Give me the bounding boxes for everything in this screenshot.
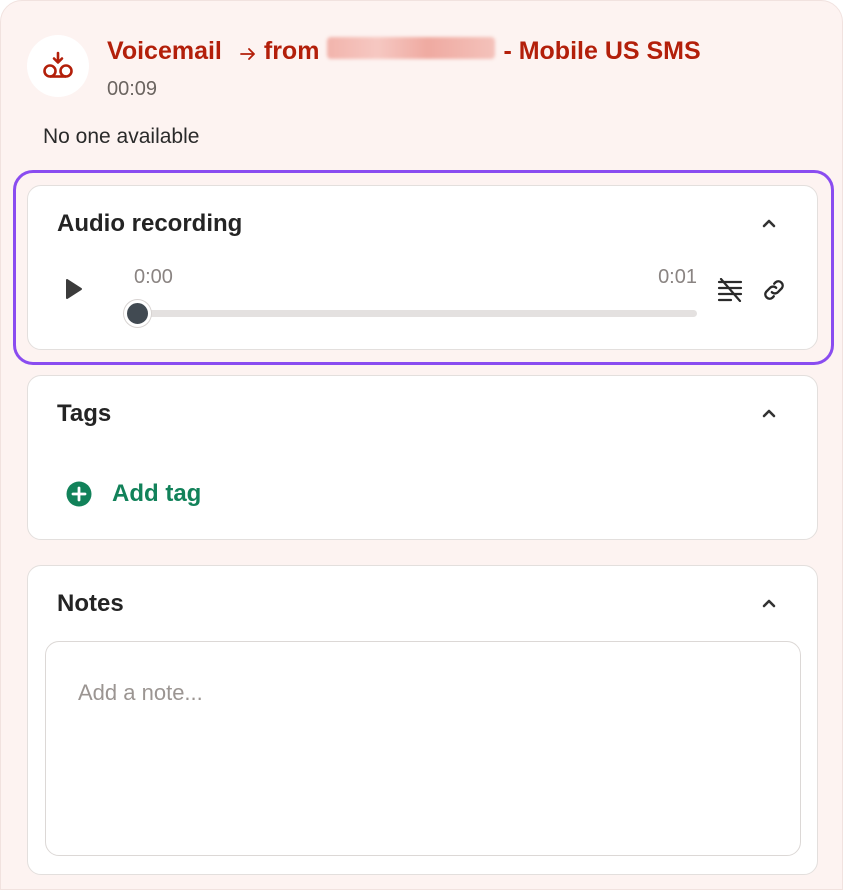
from-label: from [263,37,320,65]
add-tag-label: Add tag [112,480,202,507]
audio-recording-title: Audio recording [57,210,243,237]
plus-circle-icon [66,481,92,507]
chevron-up-icon[interactable] [761,218,777,228]
call-status: No one available [43,125,200,148]
current-time: 0:00 [134,266,173,288]
audio-progress-thumb[interactable] [124,300,151,327]
transcript-off-icon[interactable] [717,278,743,302]
call-title: Voicemail from - Mobile US SMS [107,37,701,66]
link-icon[interactable] [761,277,787,303]
chevron-up-icon[interactable] [761,408,777,418]
tags-title: Tags [57,400,112,427]
note-input[interactable] [45,641,801,856]
add-tag-button[interactable]: Add tag [66,480,201,508]
chevron-up-icon[interactable] [761,598,777,608]
notes-title: Notes [57,590,124,617]
call-detail-panel: Voicemail from - Mobile US SMS 00:09 No … [0,0,843,890]
arrow-right-icon [239,48,255,60]
line-name: - Mobile US SMS [503,37,701,65]
total-time: 0:01 [658,266,697,288]
voicemail-icon [43,51,73,78]
notes-card: Notes [27,565,818,875]
tags-card: Tags Add tag [27,375,818,540]
call-duration: 00:09 [107,78,158,100]
voicemail-icon-badge [27,35,89,97]
redacted-caller-name [327,37,496,59]
audio-progress-track[interactable] [124,300,697,327]
play-icon[interactable] [64,278,84,300]
audio-recording-card: Audio recording 0:00 0:01 [27,185,818,350]
call-type-label: Voicemail [107,37,222,65]
